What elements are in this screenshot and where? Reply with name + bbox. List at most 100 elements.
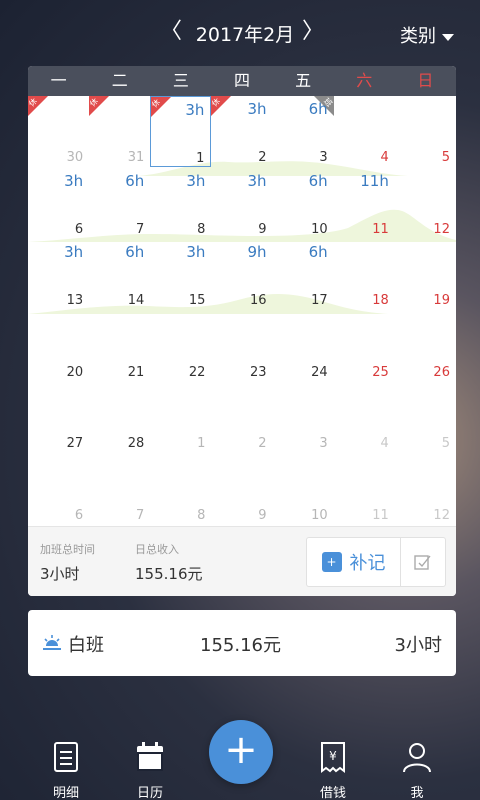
list-icon: [54, 742, 78, 772]
day-number: 28: [127, 436, 145, 451]
calendar-day-cell[interactable]: 23: [211, 311, 272, 382]
calendar-day-cell[interactable]: 22: [150, 311, 211, 382]
day-number: 26: [433, 364, 450, 380]
day-number: 5: [441, 150, 450, 165]
weekday-wed: 三: [172, 71, 189, 90]
day-number: 2: [258, 150, 267, 165]
day-hours: 6h: [125, 171, 145, 190]
daily-stats: 加班总时间 3小时 日总收入 155.16元 + 补记: [28, 526, 456, 596]
bottom-tab-bar: 明细 日历 + ¥ 借钱 我: [0, 720, 480, 800]
day-number: 14: [127, 293, 145, 308]
shift-hours: 3小时: [394, 635, 442, 656]
calendar-day-cell[interactable]: 6: [28, 454, 89, 525]
calendar-day-cell[interactable]: 24: [273, 311, 334, 382]
day-number: 9: [258, 507, 267, 523]
calendar-day-cell[interactable]: 18: [334, 239, 395, 310]
day-number: 7: [135, 507, 145, 523]
calendar-day-cell[interactable]: 3h 6: [28, 168, 89, 239]
calendar-day-cell[interactable]: 26: [395, 311, 456, 382]
day-hours: 9h: [247, 243, 267, 261]
calendar-day-cell[interactable]: 5: [395, 96, 456, 167]
calendar-day-cell[interactable]: 1: [150, 382, 211, 453]
calendar-day-cell[interactable]: 2: [211, 382, 272, 453]
calendar-day-cell[interactable]: 休 3h 2: [210, 96, 272, 167]
calendar-day-cell[interactable]: 7: [89, 454, 150, 525]
calendar-day-cell[interactable]: 4: [334, 382, 395, 453]
calendar-day-cell[interactable]: 休 30: [28, 96, 89, 167]
calendar-day-cell[interactable]: 12: [395, 454, 456, 525]
day-number: 13: [66, 293, 84, 308]
day-hours: 6h: [308, 100, 328, 118]
calendar-day-cell[interactable]: 20: [28, 311, 89, 382]
day-number: 31: [127, 150, 145, 165]
calendar-day-cell[interactable]: 3: [273, 382, 334, 453]
category-dropdown[interactable]: 类别: [400, 22, 454, 48]
calendar-day-cell[interactable]: 9: [211, 454, 272, 525]
day-number: 8: [197, 221, 206, 237]
day-hours: 11h: [360, 171, 389, 190]
day-number: 7: [135, 221, 145, 237]
day-hours: 3h: [64, 243, 84, 261]
calendar-day-cell[interactable]: 3h 8: [150, 168, 211, 239]
calendar-day-cell[interactable]: 3h 15: [150, 239, 211, 310]
tab-borrow-label: 借钱: [319, 786, 346, 800]
calendar-day-cell[interactable]: 3h 13: [28, 239, 89, 310]
calendar-day-cell[interactable]: 休 31: [88, 96, 150, 167]
day-number: 27: [66, 436, 84, 451]
calendar-day-cell[interactable]: 10: [273, 454, 334, 525]
calendar-day-cell[interactable]: 21: [89, 311, 150, 382]
day-number: 12: [433, 507, 450, 523]
day-hours: 6h: [308, 243, 328, 261]
calendar-day-cell[interactable]: 25: [334, 311, 395, 382]
calendar-day-cell[interactable]: 5: [395, 382, 456, 453]
calendar-day-cell[interactable]: 4: [334, 96, 395, 167]
add-fab-button[interactable]: +: [209, 720, 273, 784]
receipt-yen-icon: ¥: [321, 742, 345, 773]
income-value: 155.16元: [135, 565, 203, 583]
day-number: 2: [258, 436, 267, 451]
calendar-day-cell[interactable]: 6h 14: [89, 239, 150, 310]
tab-detail-label: 明细: [52, 786, 79, 800]
add-record-button[interactable]: + 补记: [306, 537, 400, 587]
calendar-day-cell[interactable]: 6h 10: [273, 168, 334, 239]
day-number: 6: [74, 507, 84, 523]
calendar-day-cell[interactable]: 12: [395, 168, 456, 239]
calendar-day-cell[interactable]: 3h 9: [211, 168, 272, 239]
tab-me[interactable]: 我: [387, 740, 447, 800]
day-hours: 3h: [186, 171, 206, 190]
next-month-button[interactable]: 〉: [302, 18, 324, 46]
tab-calendar-label: 日历: [136, 786, 163, 800]
tab-borrow[interactable]: ¥ 借钱: [303, 740, 363, 800]
calendar-day-cell[interactable]: 6h 17: [273, 239, 334, 310]
calendar-day-cell[interactable]: 班 6h 3: [273, 96, 334, 167]
tab-calendar[interactable]: 日历: [120, 740, 180, 800]
prev-month-button[interactable]: 〈: [160, 18, 182, 46]
overtime-label: 加班总时间: [40, 543, 95, 556]
weekday-fri: 五: [295, 71, 312, 90]
calendar-day-cell[interactable]: 11h 11: [334, 168, 395, 239]
top-bar: 〈 2017年2月 〉 类别: [0, 0, 480, 64]
calendar-day-cell[interactable]: 6h 7: [89, 168, 150, 239]
day-number: 17: [311, 293, 328, 308]
calendar-day-cell[interactable]: 27: [28, 382, 89, 453]
day-number: 3: [319, 436, 328, 451]
day-hours: 3h: [186, 243, 206, 261]
calendar-day-cell[interactable]: 9h 16: [211, 239, 272, 310]
month-title: 2017年2月: [195, 24, 295, 46]
day-hours: 3h: [247, 171, 267, 190]
calendar-day-cell[interactable]: 11: [334, 454, 395, 525]
weekday-sat: 六: [356, 71, 373, 90]
shift-name: 白班: [68, 635, 104, 656]
day-hours: 3h: [247, 100, 267, 118]
calendar-day-cell[interactable]: 8: [150, 454, 211, 525]
calendar-day-cell[interactable]: 28: [89, 382, 150, 453]
edit-button[interactable]: [400, 537, 446, 587]
calendar-day-cell[interactable]: 休 3h 1: [150, 96, 212, 167]
day-number: 15: [188, 293, 206, 308]
day-number: 12: [433, 221, 450, 237]
day-number: 10: [311, 221, 328, 237]
shift-summary-card[interactable]: 白班 155.16元 3小时: [28, 610, 456, 676]
day-number: 24: [311, 364, 328, 380]
tab-detail[interactable]: 明细: [36, 740, 96, 800]
calendar-day-cell[interactable]: 19: [395, 239, 456, 310]
